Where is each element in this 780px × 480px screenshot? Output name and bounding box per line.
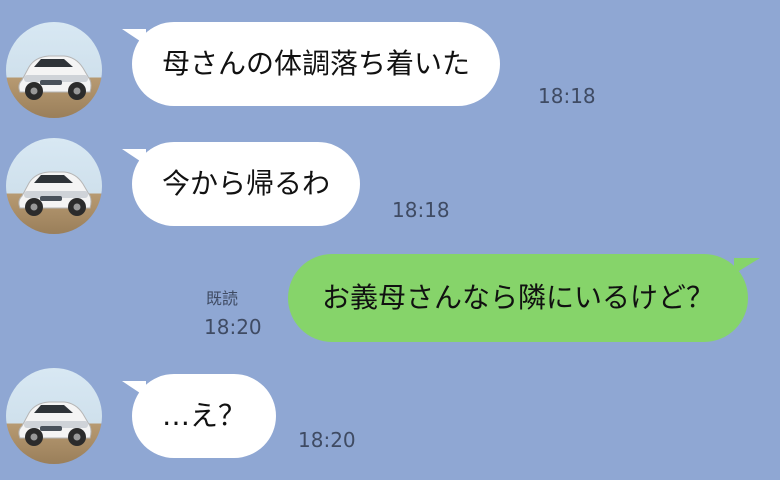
message-time: 18:20 <box>204 315 262 339</box>
message-text: 母さんの体調落ち着いた <box>162 47 471 80</box>
bubble-tail <box>122 381 146 397</box>
message-bubble-outgoing[interactable]: お義母さんなら隣にいるけど？ <box>287 254 760 342</box>
bubble-tail <box>734 258 760 274</box>
car-avatar-icon[interactable] <box>6 138 102 234</box>
message-time: 18:18 <box>392 198 450 222</box>
chat-thread: 母さんの体調落ち着いた 18:18 今から帰るわ 18:18 既読 18:20 … <box>0 0 780 480</box>
car-avatar-icon[interactable] <box>6 22 102 118</box>
message-bubble-incoming[interactable]: 母さんの体調落ち着いた <box>122 22 501 106</box>
message-text: …え？ <box>162 399 247 432</box>
message-bubble-incoming[interactable]: …え？ <box>122 374 277 458</box>
bubble-tail <box>122 29 146 45</box>
bubble-tail <box>122 149 146 165</box>
message-time: 18:18 <box>538 84 596 108</box>
message-bubble-incoming[interactable]: 今から帰るわ <box>122 142 361 226</box>
car-avatar-icon[interactable] <box>6 368 102 464</box>
message-text: 今から帰るわ <box>162 167 331 200</box>
message-time: 18:20 <box>298 428 356 452</box>
read-receipt: 既読 <box>206 289 239 308</box>
message-text: お義母さんなら隣にいるけど？ <box>321 281 714 314</box>
